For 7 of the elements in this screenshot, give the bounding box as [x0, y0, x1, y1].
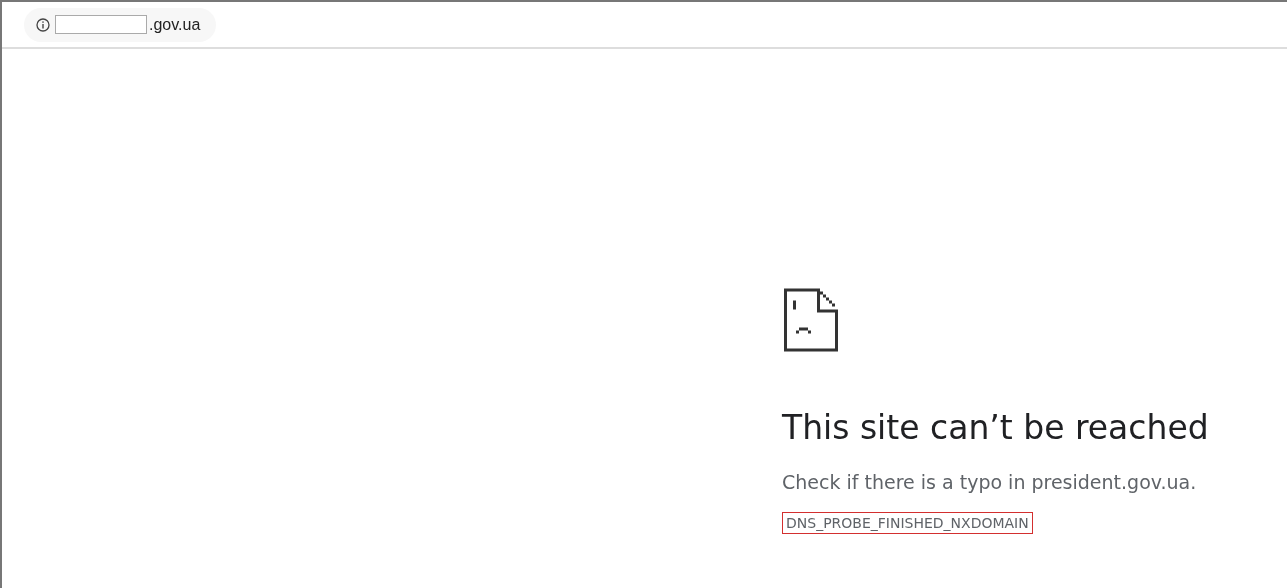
error-message: Check if there is a typo in president.gov.ua. — [782, 470, 1197, 494]
url-text: .gov.ua — [149, 15, 201, 34]
info-icon[interactable] — [36, 17, 50, 32]
address-bar[interactable]: .gov.ua — [24, 7, 217, 42]
error-title: This site can’t be reached — [782, 408, 1209, 448]
sad-page-icon — [784, 288, 838, 352]
error-code: DNS_PROBE_FINISHED_NXDOMAIN — [782, 512, 1033, 534]
